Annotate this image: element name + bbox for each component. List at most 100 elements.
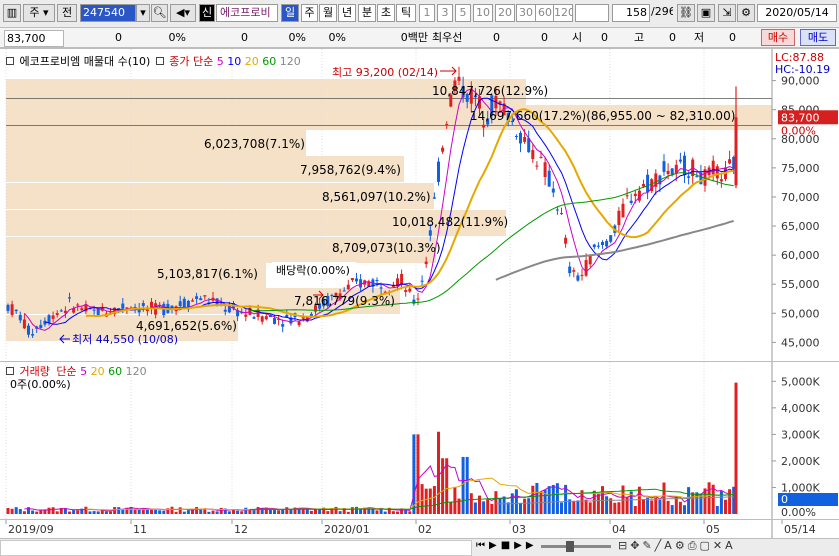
link-icon[interactable]: ⛓ xyxy=(677,4,695,22)
price-pane[interactable]: 90,000 85,000 80,000 75,000 70,000 65,000 60,0… xyxy=(0,48,839,361)
all-time-high-label: 최고 93,200 (02/14) xyxy=(332,66,438,79)
search-icon[interactable]: 🔍︎ xyxy=(151,4,168,22)
gear-icon[interactable]: ⚙ xyxy=(737,4,755,22)
volume-bar xyxy=(412,434,416,514)
text-tool-icon[interactable]: A xyxy=(664,539,675,552)
date-input[interactable]: 2020/05/14 xyxy=(757,4,837,22)
volume-bar xyxy=(318,509,322,514)
speaker-icon[interactable]: ◀▾ xyxy=(170,4,196,22)
candle-body xyxy=(68,297,71,299)
prev-button[interactable]: 전 xyxy=(57,4,77,22)
volume-bar xyxy=(236,510,240,514)
volume-bar xyxy=(182,511,186,514)
num-120[interactable]: 120 xyxy=(553,4,573,22)
candle-body xyxy=(375,279,379,282)
tab-day[interactable]: 일 xyxy=(281,4,299,22)
price-chart-svg[interactable]: 90,00085,00080,00075,00070,00065,00060,0… xyxy=(0,49,839,361)
pen-icon[interactable]: ✎ xyxy=(642,539,654,552)
close-icon[interactable]: ✕ xyxy=(713,539,725,552)
forward-icon[interactable]: ▶▶ xyxy=(514,540,537,551)
num-10[interactable]: 10 xyxy=(473,4,493,22)
volume-bar xyxy=(592,490,596,514)
volume-bar xyxy=(683,505,686,514)
settings-icon[interactable]: ⚙ xyxy=(675,539,688,552)
candle-body xyxy=(432,197,436,199)
candle-body xyxy=(642,183,645,187)
rewind-icon[interactable]: ⏮ xyxy=(476,540,489,551)
zoom-slider-handle[interactable] xyxy=(566,541,574,552)
window-menu-icon[interactable]: ▥ xyxy=(3,4,21,22)
current-price-pct: 0.00% xyxy=(781,124,816,137)
save-icon[interactable]: ▣ xyxy=(697,4,715,22)
font-icon[interactable]: A xyxy=(725,539,736,552)
volume-bar xyxy=(498,498,502,514)
volume-y-tick-label: 3,000K xyxy=(781,428,820,441)
line-icon[interactable]: ╱ xyxy=(655,539,665,552)
volume-bar xyxy=(285,507,289,514)
volume-profile-label: 7,816,779(9.3%) xyxy=(294,294,395,308)
export-icon[interactable]: ⇲ xyxy=(718,4,736,22)
tab-minute[interactable]: 분 xyxy=(358,4,376,22)
volume-bar xyxy=(150,509,153,514)
custom-period-input[interactable] xyxy=(575,4,609,22)
volume-bar xyxy=(51,507,55,514)
volume-bar xyxy=(391,511,395,514)
num-60[interactable]: 60 xyxy=(535,4,555,22)
volume-bar xyxy=(96,511,100,514)
candle-body xyxy=(404,290,408,292)
candle-body xyxy=(117,308,121,310)
tab-week[interactable]: 주 xyxy=(301,4,318,22)
candle-body xyxy=(178,301,182,307)
volume-bar xyxy=(678,501,682,514)
volume-bar xyxy=(47,507,51,514)
price-y-tick-label: 50,000 xyxy=(781,307,820,320)
tab-year[interactable]: 년 xyxy=(338,4,356,22)
horizontal-scrollbar[interactable] xyxy=(0,540,472,556)
price-y-tick-label: 55,000 xyxy=(781,278,820,291)
volume-bar xyxy=(273,510,276,514)
volume-bar xyxy=(486,499,490,514)
buy-button[interactable]: 매수 xyxy=(761,29,795,46)
tab-tick[interactable]: 틱 xyxy=(396,4,416,22)
candle-body xyxy=(80,308,84,311)
stop-icon[interactable]: ■ xyxy=(501,540,514,551)
volume-pane[interactable]: 5,000K 4,000K 3,000K 2,000K 1,000K 0.00% 0 거래량… xyxy=(0,361,839,520)
window-icon[interactable]: ▢ xyxy=(700,539,713,552)
volume-bar xyxy=(211,510,215,514)
num-3[interactable]: 3 xyxy=(437,4,453,22)
price-y-tick-label: 75,000 xyxy=(781,162,820,175)
ma-settings-icon[interactable] xyxy=(155,57,164,65)
volume-settings-icon[interactable] xyxy=(6,367,14,375)
num-30[interactable]: 30 xyxy=(516,4,536,22)
volume-bar xyxy=(170,506,174,514)
num-5[interactable]: 5 xyxy=(455,4,471,22)
stock-code-input[interactable]: 247540 xyxy=(80,4,136,22)
pane-settings-icon[interactable] xyxy=(6,57,14,65)
change-pct-field: 0% xyxy=(168,31,186,44)
candle-body xyxy=(260,316,264,322)
zoom-slider[interactable] xyxy=(541,545,611,548)
page-counter-input[interactable]: 158 xyxy=(612,4,650,22)
num-1[interactable]: 1 xyxy=(419,4,435,22)
code-dropdown-chevron-down-icon[interactable]: ▾ xyxy=(136,4,150,22)
cursor-icon[interactable]: ✥ xyxy=(630,539,642,552)
volume-bar xyxy=(334,506,338,514)
candle-body xyxy=(670,168,674,175)
volume-bar xyxy=(449,501,453,514)
field-4b: 0% xyxy=(328,31,346,44)
volume-chart-svg[interactable]: 5,000K4,000K3,000K2,000K1,000K0.00%0 xyxy=(0,362,839,520)
sell-button[interactable]: 매도 xyxy=(800,29,836,46)
hc-label: HC:-10.19 xyxy=(775,63,831,76)
tab-month[interactable]: 월 xyxy=(319,4,337,22)
print-icon[interactable]: ⎙ xyxy=(688,539,700,552)
candle-body xyxy=(576,275,580,281)
volume-bar xyxy=(18,509,22,514)
zoom-icon[interactable]: ⊟ xyxy=(618,539,630,552)
period-select[interactable]: 주 ▾ xyxy=(23,4,55,22)
volume-bar xyxy=(76,510,80,514)
num-20[interactable]: 20 xyxy=(495,4,515,22)
tab-second[interactable]: 초 xyxy=(377,4,395,22)
volume-bar xyxy=(31,510,35,514)
price-ma-20: 20 xyxy=(241,55,259,68)
play-icon[interactable]: ▶ xyxy=(489,540,501,551)
